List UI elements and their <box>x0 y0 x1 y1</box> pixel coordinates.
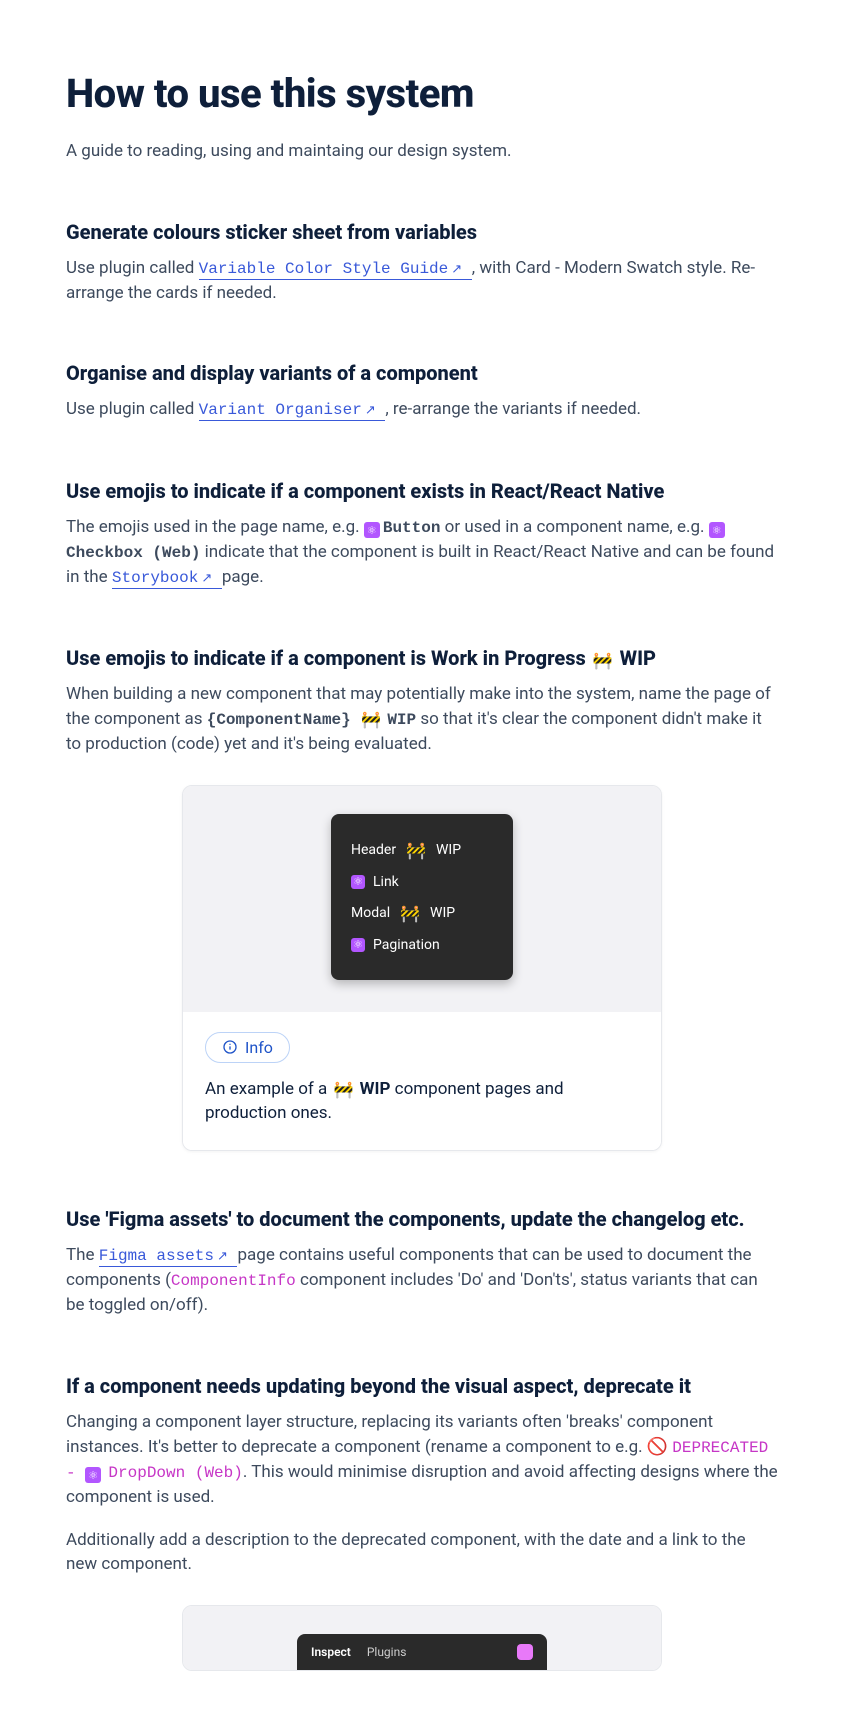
info-badge: Info <box>205 1032 290 1063</box>
page-subtitle: A guide to reading, using and maintaing … <box>66 139 778 164</box>
code-token: Checkbox (Web) <box>66 544 200 562</box>
wip-icon: 🚧 <box>400 904 420 923</box>
section-organise-variants: Organise and display variants of a compo… <box>66 361 778 422</box>
section-body: The Figma assets↗ page contains useful c… <box>66 1243 778 1318</box>
external-link-icon: ↗ <box>365 403 376 418</box>
section-heading: Use emojis to indicate if a component is… <box>66 646 778 670</box>
wip-label: WIP <box>436 842 461 858</box>
plugin-icon[interactable] <box>517 1644 533 1660</box>
external-link-icon: ↗ <box>217 1249 228 1264</box>
wip-icon: 🚧 <box>406 841 426 860</box>
section-generate-colours: Generate colours sticker sheet from vari… <box>66 220 778 306</box>
section-wip-emoji: Use emojis to indicate if a component is… <box>66 646 778 1151</box>
example-card-body: Info An example of a 🚧 WIP component pag… <box>183 1012 661 1150</box>
menu-label: Modal <box>351 905 390 921</box>
wip-icon: 🚧 <box>361 710 381 729</box>
section-body: Use plugin called Variable Color Style G… <box>66 256 778 306</box>
section-heading: Generate colours sticker sheet from vari… <box>66 220 778 244</box>
external-link-icon: ↗ <box>201 571 212 586</box>
section-body-2: Additionally add a description to the de… <box>66 1528 778 1577</box>
no-entry-icon: 🚫 <box>647 1437 668 1457</box>
section-body: The emojis used in the page name, e.g. B… <box>66 515 778 591</box>
plugin-link-variant-organiser[interactable]: Variant Organiser↗ <box>199 401 386 421</box>
menu-label: Link <box>373 874 399 890</box>
section-figma-assets: Use 'Figma assets' to document the compo… <box>66 1207 778 1318</box>
plugin-link-colour-guide[interactable]: Variable Color Style Guide↗ <box>199 260 472 280</box>
section-body: Use plugin called Variant Organiser↗ , r… <box>66 397 778 422</box>
storybook-link[interactable]: Storybook↗ <box>112 569 222 589</box>
code-token: Button <box>383 519 441 537</box>
example-card-preview: Header 🚧 WIP Link Modal 🚧 WIP <box>183 786 661 1012</box>
code-token: {ComponentName} <box>207 711 351 729</box>
atom-icon <box>364 522 380 538</box>
section-heading: Use 'Figma assets' to document the compo… <box>66 1207 778 1231</box>
menu-row-link: Link <box>351 867 489 897</box>
section-deprecate: If a component needs updating beyond the… <box>66 1374 778 1671</box>
code-token: WIP <box>387 711 416 729</box>
atom-icon <box>85 1467 101 1483</box>
figma-inspector-tabs: Inspect Plugins <box>297 1634 547 1670</box>
section-heading: If a component needs updating beyond the… <box>66 1374 778 1398</box>
section-body: Changing a component layer structure, re… <box>66 1410 778 1510</box>
wip-icon: 🚧 <box>334 1080 354 1099</box>
figma-panel-preview: Inspect Plugins <box>182 1605 662 1671</box>
tab-plugins[interactable]: Plugins <box>367 1645 407 1659</box>
menu-label: Pagination <box>373 937 440 953</box>
example-card-description: An example of a 🚧 WIP component pages an… <box>205 1077 639 1126</box>
section-body: When building a new component that may p… <box>66 682 778 756</box>
section-heading: Organise and display variants of a compo… <box>66 361 778 385</box>
external-link-icon: ↗ <box>451 262 462 277</box>
example-card: Header 🚧 WIP Link Modal 🚧 WIP <box>182 785 662 1151</box>
menu-row-pagination: Pagination <box>351 930 489 960</box>
code-token: DropDown (Web) <box>108 1464 242 1482</box>
wip-icon: 🚧 <box>593 651 613 670</box>
section-react-emoji: Use emojis to indicate if a component ex… <box>66 479 778 591</box>
info-icon <box>222 1039 238 1055</box>
page-title: How to use this system <box>66 70 778 117</box>
atom-icon <box>709 522 725 538</box>
menu-label: Header <box>351 842 396 858</box>
menu-row-modal: Modal 🚧 WIP <box>351 897 489 930</box>
section-heading: Use emojis to indicate if a component ex… <box>66 479 778 503</box>
tab-inspect[interactable]: Inspect <box>311 1645 351 1659</box>
atom-icon <box>351 875 365 889</box>
atom-icon <box>351 938 365 952</box>
figma-assets-link[interactable]: Figma assets↗ <box>99 1247 238 1267</box>
wip-label: WIP <box>430 905 455 921</box>
menu-row-header: Header 🚧 WIP <box>351 834 489 867</box>
info-badge-label: Info <box>245 1038 273 1057</box>
figma-pages-menu: Header 🚧 WIP Link Modal 🚧 WIP <box>331 814 513 980</box>
code-token: ComponentInfo <box>171 1272 296 1290</box>
